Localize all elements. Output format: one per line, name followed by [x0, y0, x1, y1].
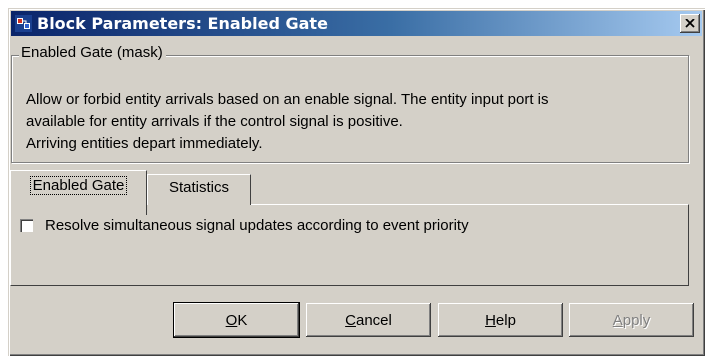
apply-button-label: Apply: [612, 311, 651, 329]
help-button-label: Help: [485, 311, 516, 329]
mask-group-label: Enabled Gate (mask): [19, 44, 166, 61]
resolve-priority-checkbox[interactable]: [20, 219, 33, 232]
tab-label: Enabled Gate: [29, 176, 128, 195]
description-line-1: Allow or forbid entity arrivals based on…: [26, 91, 549, 108]
ok-button[interactable]: OK: [173, 302, 300, 338]
cancel-button-label: Cancel: [345, 311, 392, 329]
tab-statistics[interactable]: Statistics: [147, 174, 251, 205]
cancel-button[interactable]: Cancel: [306, 303, 431, 337]
tab-enabled-gate[interactable]: Enabled Gate: [10, 170, 147, 215]
apply-button[interactable]: Apply: [569, 303, 694, 337]
close-icon[interactable]: [680, 14, 700, 33]
description-line-3: Arriving entities depart immediately.: [26, 135, 263, 152]
title-bar[interactable]: Block Parameters: Enabled Gate: [11, 11, 702, 36]
resolve-priority-label[interactable]: Resolve simultaneous signal updates acco…: [45, 217, 469, 234]
window-title: Block Parameters: Enabled Gate: [37, 14, 328, 33]
simulink-block-icon: [15, 15, 32, 32]
description-line-2: available for entity arrivals if the con…: [26, 113, 403, 130]
tab-label: Statistics: [168, 179, 229, 196]
ok-button-label: OK: [225, 311, 248, 329]
help-button[interactable]: Help: [438, 303, 563, 337]
